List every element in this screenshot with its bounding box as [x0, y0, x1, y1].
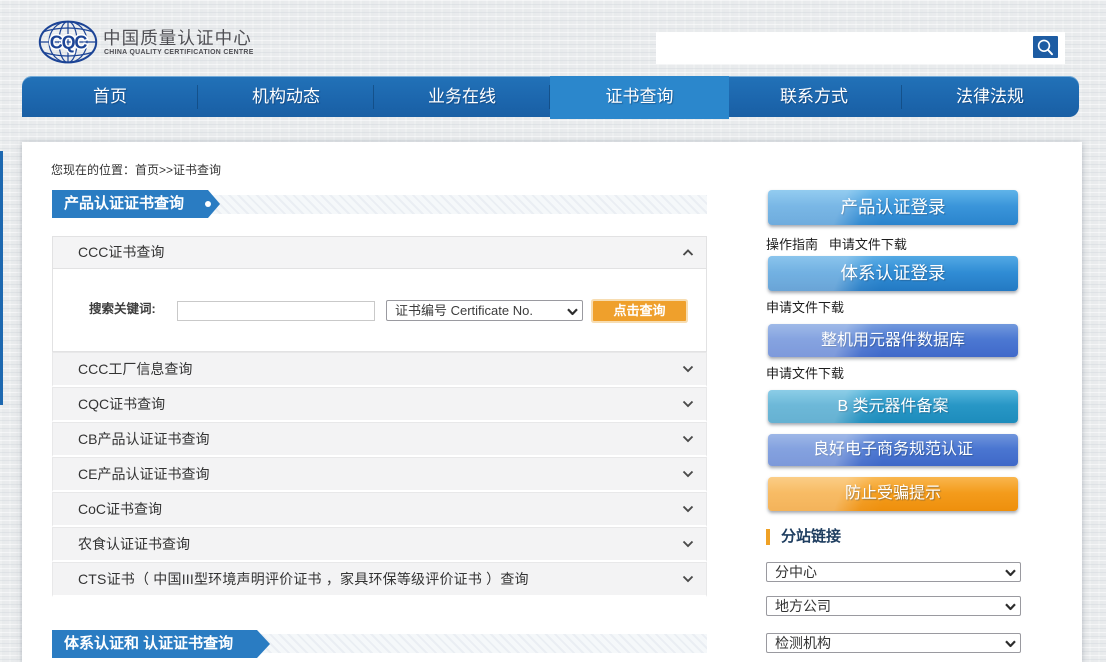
svg-text:CQC: CQC — [50, 33, 88, 53]
